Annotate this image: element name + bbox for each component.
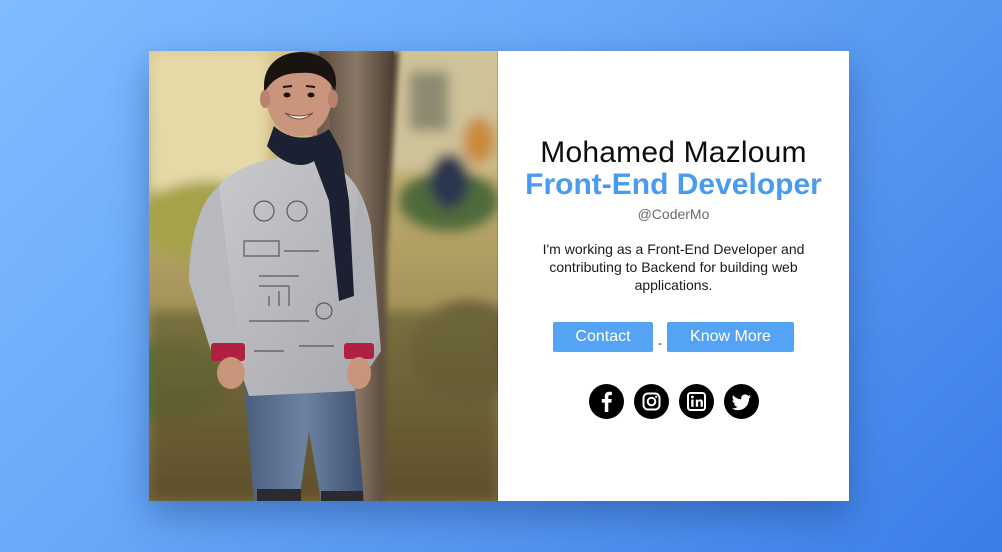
profile-name: Mohamed Mazloum <box>540 136 807 169</box>
photo-divider <box>497 51 498 501</box>
profile-handle: @CoderMo <box>637 206 710 222</box>
profile-info: Mohamed Mazloum Front-End Developer @Cod… <box>498 51 849 501</box>
button-separator: - <box>658 336 662 350</box>
profile-photo-image <box>149 51 498 501</box>
profile-card: Mohamed Mazloum Front-End Developer @Cod… <box>149 51 849 501</box>
action-buttons: Contact - Know More <box>553 322 794 352</box>
contact-button[interactable]: Contact <box>553 322 653 352</box>
profile-photo <box>149 51 498 501</box>
twitter-icon[interactable] <box>723 384 759 419</box>
linkedin-icon[interactable] <box>678 384 714 419</box>
social-links <box>588 384 759 419</box>
profile-role: Front-End Developer <box>525 168 822 201</box>
know-more-button[interactable]: Know More <box>667 322 794 352</box>
profile-bio: I'm working as a Front-End Developer and… <box>542 241 805 293</box>
facebook-icon[interactable] <box>588 384 624 419</box>
instagram-icon[interactable] <box>633 384 669 419</box>
